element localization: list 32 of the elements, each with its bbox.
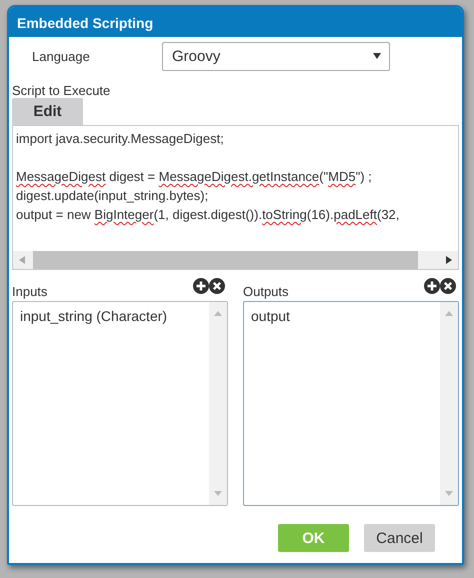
code-line: import java.security.MessageDigest; [16, 130, 224, 148]
language-dropdown[interactable]: Groovy [162, 42, 390, 70]
code-line: output = new BigInteger(1, digest.digest()).toString(16).padLeft(32, [16, 206, 400, 224]
language-label: Language [31, 48, 91, 64]
edit-tab[interactable]: Edit [12, 98, 83, 125]
scroll-right-icon[interactable] [446, 256, 452, 264]
dropdown-value: Groovy [172, 48, 220, 64]
vertical-scrollbar[interactable] [440, 302, 458, 505]
horizontal-scrollbar[interactable] [13, 251, 458, 269]
outputs-list[interactable]: output [243, 301, 459, 506]
code-editor[interactable]: import java.security.MessageDigest; MessageDigest digest = MessageDigest.getInstance("MD5") ; digest.update(input_string.bytes); output = new BigInteger(1, digest.digest()).toString(16).padLeft(32, [12, 125, 459, 270]
list-item[interactable]: input_string (Character) [20, 308, 202, 324]
list-item[interactable]: output [251, 308, 433, 324]
add-icon[interactable] [193, 278, 209, 294]
caret-icon [373, 53, 381, 59]
scroll-down-icon[interactable] [214, 491, 222, 496]
code-line: digest.update(input_string.bytes); [16, 187, 208, 205]
script-label: Script to Execute [12, 83, 112, 98]
scroll-up-icon[interactable] [214, 311, 222, 316]
scroll-up-icon[interactable] [445, 311, 453, 316]
inputs-list[interactable]: input_string (Character) [12, 301, 228, 506]
remove-icon[interactable] [209, 278, 225, 294]
vertical-scrollbar[interactable] [209, 302, 227, 505]
add-icon[interactable] [424, 278, 440, 294]
window-title: Embedded Scripting [9, 7, 462, 37]
outputs-label: Outputs [243, 284, 289, 299]
inputs-label: Inputs [12, 284, 48, 299]
remove-icon[interactable] [440, 278, 456, 294]
scroll-down-icon[interactable] [445, 491, 453, 496]
scroll-left-icon[interactable] [19, 256, 25, 264]
code-line: MessageDigest digest = MessageDigest.getInstance("MD5") ; [16, 168, 372, 186]
cancel-button[interactable]: Cancel [364, 524, 435, 552]
